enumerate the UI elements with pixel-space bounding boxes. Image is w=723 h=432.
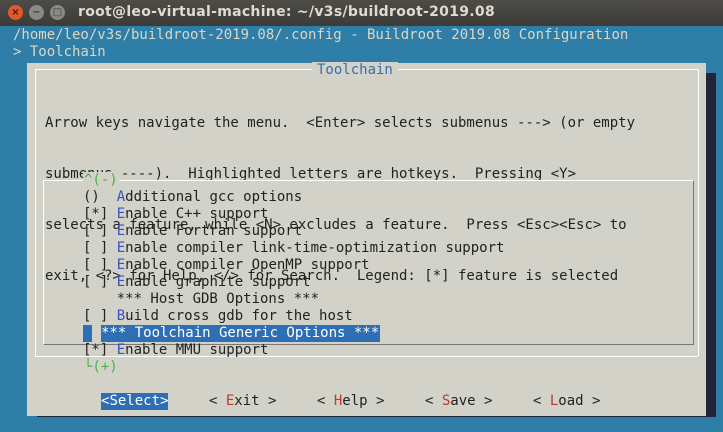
item-label: nable compiler link-time-optimization su… <box>125 240 505 256</box>
item-label: nable MMU support <box>125 342 269 358</box>
button-label: elect <box>117 393 161 409</box>
close-icon[interactable]: × <box>8 5 23 20</box>
item-label: nable graphite support <box>125 274 311 290</box>
item-label: nable C++ support <box>125 206 269 222</box>
window-title: root@leo-virtual-machine: ~/v3s/buildroo… <box>78 4 496 20</box>
menu-item-enable-openmp-support[interactable]: [ ] Enable compiler OpenMP support <box>83 257 370 274</box>
item-prefix: [ ] <box>83 257 117 273</box>
menu-item-enable-fortran-support[interactable]: [ ] Enable Fortran support <box>83 223 302 240</box>
item-hotkey: E <box>116 274 126 290</box>
item-label: nable compiler OpenMP support <box>125 257 370 273</box>
button-label: ave <box>450 393 476 409</box>
menu-comment-host-gdb-options: *** Host GDB Options *** <box>83 291 319 308</box>
button-bracket: < <box>425 393 442 409</box>
menu-item-enable-lto-support[interactable]: [ ] Enable compiler link-time-optimizati… <box>83 240 504 257</box>
button-hotkey: S <box>109 393 118 409</box>
help-button[interactable]: < Help > <box>317 393 384 410</box>
breadcrumb: > Toolchain <box>13 44 106 60</box>
save-button[interactable]: < Save > <box>425 393 492 410</box>
item-prefix: [ ] <box>83 240 117 256</box>
item-hotkey: E <box>116 257 126 273</box>
window-titlebar[interactable]: × − □ root@leo-virtual-machine: ~/v3s/bu… <box>0 0 723 26</box>
button-bracket: < <box>533 393 550 409</box>
minimize-icon[interactable]: − <box>29 5 44 20</box>
help-line-1: Arrow keys navigate the menu. <Enter> se… <box>45 115 636 131</box>
menu-item-enable-graphite-support[interactable]: [ ] Enable graphite support <box>83 274 311 291</box>
scroll-down-indicator[interactable]: └(+) <box>83 359 119 376</box>
button-bracket: > <box>367 393 385 409</box>
item-prefix: [ ] <box>83 274 117 290</box>
button-bracket: < <box>209 393 226 409</box>
menuconfig-dialog: Toolchain Arrow keys navigate the menu. … <box>27 62 706 416</box>
item-prefix <box>83 291 117 307</box>
exit-button[interactable]: < Exit > <box>209 393 276 410</box>
item-label: nable Fortran support <box>125 223 303 239</box>
button-bracket: > <box>259 393 277 409</box>
button-bracket: > <box>583 393 601 409</box>
config-path-header: /home/leo/v3s/buildroot-2019.08/.config … <box>13 27 629 43</box>
menu-item-toolchain-generic-options-selected[interactable]: *** Toolchain Generic Options *** <box>101 325 381 342</box>
text-cursor <box>83 325 92 342</box>
terminal-area[interactable]: /home/leo/v3s/buildroot-2019.08/.config … <box>0 26 723 432</box>
button-bracket: < <box>317 393 334 409</box>
item-hotkey: E <box>116 240 126 256</box>
item-prefix: () <box>83 189 117 205</box>
item-label: *** Host GDB Options *** <box>116 291 320 307</box>
menu-item-additional-gcc-options[interactable]: () Additional gcc options <box>83 189 302 206</box>
item-label: *** Toolchain Generic Options *** <box>101 325 380 341</box>
item-hotkey: E <box>116 223 126 239</box>
item-label: uild cross gdb for the host <box>125 308 353 324</box>
item-hotkey: B <box>116 308 126 324</box>
dialog-frame-left <box>35 69 36 356</box>
item-hotkey: A <box>116 189 126 205</box>
dialog-frame-right <box>698 69 699 356</box>
button-label: oad <box>558 393 584 409</box>
menu-item-enable-mmu-support[interactable]: [*] Enable MMU support <box>83 342 268 359</box>
button-label: elp <box>342 393 368 409</box>
button-label: xit <box>234 393 260 409</box>
scroll-up-indicator[interactable]: ^(-) <box>83 172 119 189</box>
item-prefix: [ ] <box>83 223 117 239</box>
dialog-shadow-right <box>706 73 716 417</box>
maximize-icon[interactable]: □ <box>50 5 65 20</box>
button-bracket: > <box>160 393 169 409</box>
button-bracket: > <box>475 393 493 409</box>
menu-item-build-cross-gdb[interactable]: [ ] Build cross gdb for the host <box>83 308 353 325</box>
item-hotkey: E <box>116 342 126 358</box>
item-prefix: [*] <box>83 206 117 222</box>
load-button[interactable]: < Load > <box>533 393 600 410</box>
item-prefix: [ ] <box>83 308 117 324</box>
dialog-title: Toolchain <box>312 62 398 79</box>
item-label: dditional gcc options <box>125 189 303 205</box>
menu-item-enable-cpp-support[interactable]: [*] Enable C++ support <box>83 206 268 223</box>
select-button[interactable]: <Select> <box>101 393 169 410</box>
item-hotkey: E <box>116 206 126 222</box>
item-prefix: [*] <box>83 342 117 358</box>
